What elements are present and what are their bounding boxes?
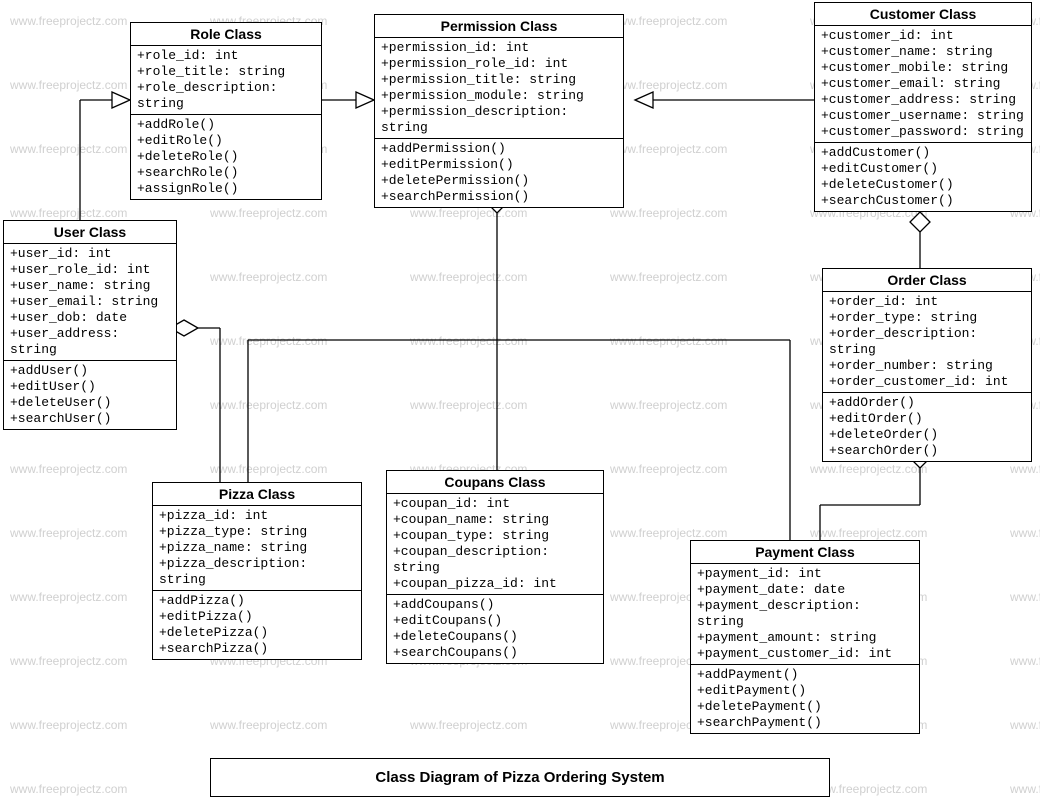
uml-title: User Class [4, 221, 176, 244]
uml-attrs: +user_id: int+user_role_id: int+user_nam… [4, 244, 176, 361]
uml-title: Payment Class [691, 541, 919, 564]
uml-class-payment: Payment Class +payment_id: int+payment_d… [690, 540, 920, 734]
uml-class-user: User Class +user_id: int+user_role_id: i… [3, 220, 177, 430]
uml-ops: +addPermission()+editPermission()+delete… [375, 139, 623, 207]
uml-class-permission: Permission Class +permission_id: int+per… [374, 14, 624, 208]
uml-title: Coupans Class [387, 471, 603, 494]
uml-attrs: +order_id: int+order_type: string+order_… [823, 292, 1031, 393]
uml-ops: +addPizza()+editPizza()+deletePizza()+se… [153, 591, 361, 659]
uml-ops: +addCustomer()+editCustomer()+deleteCust… [815, 143, 1031, 211]
uml-title: Role Class [131, 23, 321, 46]
uml-class-pizza: Pizza Class +pizza_id: int+pizza_type: s… [152, 482, 362, 660]
uml-title: Pizza Class [153, 483, 361, 506]
uml-ops: +addPayment()+editPayment()+deletePaymen… [691, 665, 919, 733]
uml-class-role: Role Class +role_id: int+role_title: str… [130, 22, 322, 200]
uml-attrs: +coupan_id: int+coupan_name: string+coup… [387, 494, 603, 595]
uml-attrs: +customer_id: int+customer_name: string+… [815, 26, 1031, 143]
uml-attrs: +pizza_id: int+pizza_type: string+pizza_… [153, 506, 361, 591]
uml-ops: +addCoupans()+editCoupans()+deleteCoupan… [387, 595, 603, 663]
uml-class-coupans: Coupans Class +coupan_id: int+coupan_nam… [386, 470, 604, 664]
uml-title: Order Class [823, 269, 1031, 292]
diagram-caption: Class Diagram of Pizza Ordering System [210, 758, 830, 797]
uml-ops: +addUser()+editUser()+deleteUser()+searc… [4, 361, 176, 429]
uml-class-customer: Customer Class +customer_id: int+custome… [814, 2, 1032, 212]
uml-ops: +addRole()+editRole()+deleteRole()+searc… [131, 115, 321, 199]
uml-attrs: +payment_id: int+payment_date: date+paym… [691, 564, 919, 665]
uml-ops: +addOrder()+editOrder()+deleteOrder()+se… [823, 393, 1031, 461]
uml-class-order: Order Class +order_id: int+order_type: s… [822, 268, 1032, 462]
uml-title: Permission Class [375, 15, 623, 38]
uml-attrs: +role_id: int+role_title: string+role_de… [131, 46, 321, 115]
uml-title: Customer Class [815, 3, 1031, 26]
uml-attrs: +permission_id: int+permission_role_id: … [375, 38, 623, 139]
